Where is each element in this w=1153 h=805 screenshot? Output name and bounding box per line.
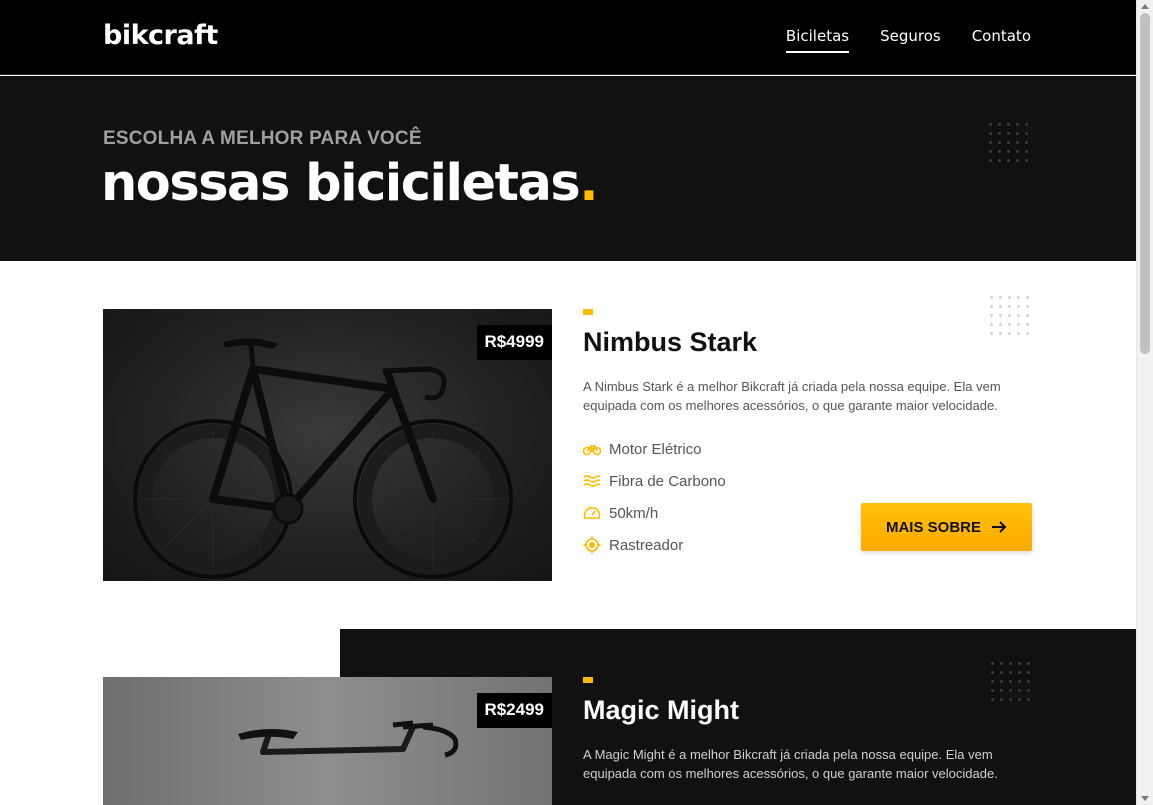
product-title: Magic Might bbox=[583, 695, 739, 725]
dots-pattern-decoration bbox=[986, 120, 1030, 164]
feature-label: Rastreador bbox=[609, 536, 684, 554]
product-info-magic-might: Magic Might A Magic Might é a melhor Bik… bbox=[583, 677, 1033, 783]
vertical-scrollbar[interactable] bbox=[1136, 0, 1153, 805]
hero-subtitle: ESCOLHA A MELHOR PARA VOCÊ bbox=[103, 128, 422, 149]
feature-item: Motor Elétrico bbox=[583, 433, 726, 465]
speedometer-icon bbox=[583, 504, 601, 522]
page-title-text: nossas biciciletas bbox=[101, 154, 581, 213]
feature-item: Fibra de Carbono bbox=[583, 465, 726, 497]
feature-label: Motor Elétrico bbox=[609, 440, 702, 458]
accent-bar bbox=[583, 309, 593, 315]
product-image-nimbus-stark[interactable]: R$4999 bbox=[103, 309, 552, 581]
product-description: A Magic Might é a melhor Bikcraft já cri… bbox=[583, 747, 998, 781]
site-header: bikcraft Biciletas Seguros Contato bbox=[0, 0, 1136, 75]
product-description: A Nimbus Stark é a melhor Bikcraft já cr… bbox=[583, 379, 1001, 413]
tracker-icon bbox=[583, 536, 601, 554]
feature-item: 50km/h bbox=[583, 497, 726, 529]
product-info-nimbus-stark: Nimbus Stark A Nimbus Stark é a melhor B… bbox=[583, 293, 1033, 554]
scroll-up-arrow-icon[interactable] bbox=[1141, 4, 1149, 9]
more-about-button-label: MAIS SOBRE bbox=[885, 518, 981, 536]
product-title: Nimbus Stark bbox=[583, 327, 758, 357]
price-tag: R$2499 bbox=[477, 693, 552, 728]
nav-link-seguros[interactable]: Seguros bbox=[880, 27, 941, 53]
price-tag: R$4999 bbox=[477, 325, 552, 360]
feature-label: 50km/h bbox=[609, 504, 659, 522]
main-nav: Biciletas Seguros Contato bbox=[785, 27, 1031, 53]
nav-link-contato[interactable]: Contato bbox=[972, 27, 1031, 53]
hero-section: ESCOLHA A MELHOR PARA VOCÊ nossas bicici… bbox=[0, 76, 1136, 261]
carbon-fiber-icon bbox=[583, 472, 601, 490]
product-image-magic-might[interactable]: R$2499 bbox=[103, 677, 552, 805]
arrow-right-icon bbox=[992, 521, 1007, 533]
scrollbar-thumb[interactable] bbox=[1140, 13, 1150, 354]
nav-link-biciletas[interactable]: Biciletas bbox=[785, 27, 850, 53]
feature-item: Rastreador bbox=[583, 529, 726, 561]
dots-pattern-decoration bbox=[987, 293, 1031, 337]
scroll-down-arrow-icon[interactable] bbox=[1141, 796, 1149, 801]
logo[interactable]: bikcraft bbox=[103, 20, 218, 51]
electric-motor-icon bbox=[583, 440, 601, 458]
page-title: nossas biciciletas. bbox=[101, 154, 599, 213]
more-about-button[interactable]: MAIS SOBRE bbox=[861, 503, 1032, 551]
feature-label: Fibra de Carbono bbox=[609, 472, 726, 490]
feature-list: Motor Elétrico Fibra de Carbono 50km/h R… bbox=[583, 433, 726, 561]
accent-bar bbox=[583, 677, 593, 683]
title-accent-dot: . bbox=[579, 154, 598, 213]
